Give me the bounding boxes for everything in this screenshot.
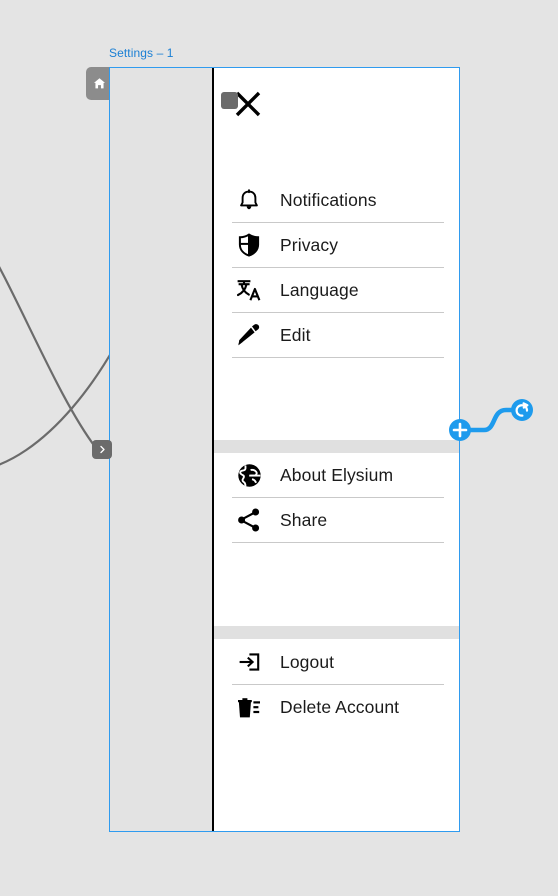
translate-icon: [232, 273, 266, 307]
share-icon: [232, 503, 266, 537]
bell-icon: [232, 183, 266, 217]
menu-group-account-settings: Notifications Privacy Language Edit: [232, 178, 444, 358]
settings-panel: Notifications Privacy Language Edit Abou…: [214, 68, 459, 831]
menu-item-label: Logout: [280, 651, 335, 672]
section-separator-band: [214, 440, 459, 453]
menu-item-share[interactable]: Share: [232, 498, 444, 543]
settings-artboard[interactable]: Notifications Privacy Language Edit Abou…: [109, 67, 460, 832]
artboard-left-gutter: [110, 68, 214, 831]
flow-curve-lower: [0, 266, 97, 449]
logout-icon: [232, 645, 266, 679]
menu-item-label: About Elysium: [280, 464, 394, 485]
menu-item-notifications[interactable]: Notifications: [232, 178, 444, 223]
menu-item-about-elysium[interactable]: About Elysium: [232, 453, 444, 498]
menu-item-logout[interactable]: Logout: [232, 640, 444, 685]
menu-item-label: Delete Account: [280, 697, 400, 717]
globe-icon: [232, 458, 266, 492]
menu-item-delete-account[interactable]: Delete Account: [232, 685, 444, 730]
chevron-right-handle[interactable]: [92, 440, 112, 459]
pencil-icon: [232, 318, 266, 352]
menu-group-account-actions: Logout Delete Account: [232, 640, 444, 730]
connection-endpoint[interactable]: [221, 92, 238, 109]
trash-icon: [232, 691, 266, 725]
menu-item-label: Language: [280, 279, 359, 300]
menu-item-label: Privacy: [280, 234, 339, 255]
menu-item-label: Edit: [280, 324, 311, 345]
menu-item-label: Share: [280, 509, 328, 530]
reset-arrow-circle-icon[interactable]: [511, 399, 533, 421]
menu-item-label: Notifications: [280, 189, 377, 210]
home-icon: [93, 78, 105, 89]
artboard-title-label[interactable]: Settings – 1: [109, 46, 174, 60]
menu-item-privacy[interactable]: Privacy: [232, 223, 444, 268]
menu-item-edit[interactable]: Edit: [232, 313, 444, 358]
menu-item-language[interactable]: Language: [232, 268, 444, 313]
chevron-right-icon: [99, 445, 105, 454]
section-separator-band: [214, 626, 459, 639]
shield-icon: [232, 228, 266, 262]
menu-group-information: About Elysium Share: [232, 453, 444, 543]
connector-path: [457, 407, 525, 433]
